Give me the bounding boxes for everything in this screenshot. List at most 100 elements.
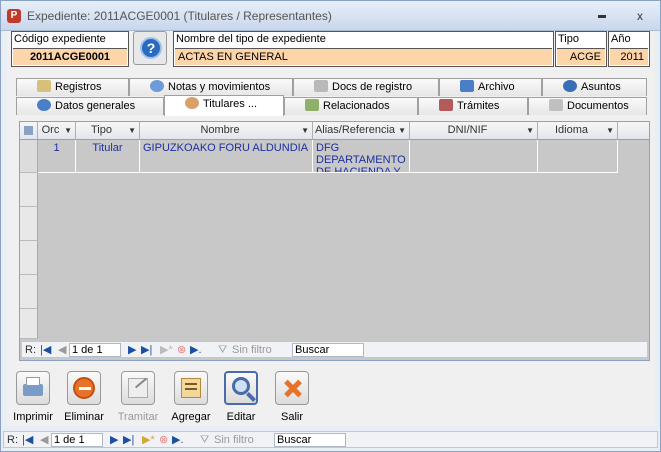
salir-button[interactable]: Salir (263, 371, 321, 423)
table-row[interactable]: 1 Titular GIPUZKOAKO FORU ALDUNDIA DFG D… (38, 140, 618, 173)
form-filter-icon: ⛛ (200, 434, 210, 446)
last-record-icon[interactable]: ▶| (141, 343, 152, 357)
column-header-nombre[interactable]: Nombre ▼ (140, 122, 313, 139)
codigo-expediente-value: 2011ACGE0001 (13, 48, 127, 65)
datos-icon (37, 99, 51, 111)
grid-filter-icon: ⛛ (218, 344, 228, 356)
cell-tipo: Titular (76, 140, 140, 172)
archivo-icon (460, 80, 474, 92)
anio-box: Año 2011 (608, 31, 650, 67)
first-record-icon[interactable]: |◀ (40, 343, 51, 357)
expediente-window: P Expediente: 2011ACGE0001 (Titulares / … (0, 0, 661, 452)
minimize-button[interactable] (589, 7, 615, 25)
grid-filter-label[interactable]: Sin filtro (232, 343, 272, 357)
app-icon: P (7, 9, 21, 23)
sort-dropdown-icon: ▼ (301, 126, 309, 135)
printer-icon (16, 371, 50, 405)
nombre-tipo-value: ACTAS EN GENERAL (175, 48, 552, 65)
anio-value: 2011 (610, 48, 648, 65)
column-header-idioma[interactable]: Idioma ▼ (538, 122, 618, 139)
row-selector[interactable] (20, 309, 38, 339)
row-selector[interactable] (20, 173, 38, 207)
column-header-orden[interactable]: Orc ▼ (38, 122, 76, 139)
title-bar[interactable]: P Expediente: 2011ACGE0001 (Titulares / … (1, 1, 660, 31)
row-selector[interactable] (20, 140, 38, 173)
tab-documentos[interactable]: Documentos (528, 97, 647, 115)
select-all-icon (24, 126, 33, 135)
tab-asuntos[interactable]: Asuntos (542, 78, 647, 96)
prev-record-icon[interactable]: ◀ (58, 343, 66, 357)
tab-titulares[interactable]: Titulares ... (164, 95, 284, 116)
next-record-icon[interactable]: ▶ (128, 343, 136, 357)
tipo-box: Tipo ACGE (555, 31, 607, 67)
tramites-icon (439, 99, 453, 111)
last-record-icon[interactable]: ▶| (123, 433, 134, 447)
more-icon[interactable]: ▶. (172, 433, 184, 447)
edit-magnifier-icon (224, 371, 258, 405)
delete-record-icon[interactable]: ⊗ (159, 433, 168, 447)
sort-dropdown-icon: ▼ (526, 126, 534, 135)
titulares-icon (185, 97, 199, 109)
anio-label: Año (611, 33, 631, 45)
cell-nombre: GIPUZKOAKO FORU ALDUNDIA (140, 140, 313, 172)
window-title: Expediente: 2011ACGE0001 (Titulares / Re… (27, 9, 332, 23)
column-header-alias[interactable]: Alias/Referencia ▼ (313, 122, 410, 139)
imprimir-button[interactable]: Imprimir (4, 371, 62, 423)
tramitar-button[interactable]: Tramitar (109, 371, 167, 423)
new-record-icon[interactable]: ▶* (142, 433, 155, 447)
codigo-expediente-box: Código expediente 2011ACGE0001 (11, 31, 129, 67)
help-icon: ? (140, 37, 162, 59)
cell-idioma (538, 140, 618, 172)
notas-icon (150, 80, 164, 92)
row-selector[interactable] (20, 207, 38, 241)
tab-notas-movimientos[interactable]: Notas y movimientos (129, 78, 293, 96)
nombre-tipo-box: Nombre del tipo de expediente ACTAS EN G… (173, 31, 554, 67)
close-button[interactable]: x (627, 7, 653, 25)
form-record-navigator: R: |◀ ◀ 1 de 1 ▶ ▶| ▶* ⊗ ▶. ⛛ Sin filtro… (3, 431, 658, 448)
form-page-input[interactable]: 1 de 1 (51, 433, 103, 447)
sort-dropdown-icon: ▼ (398, 126, 406, 135)
form-search-input[interactable]: Buscar (274, 433, 346, 447)
row-selector[interactable] (20, 275, 38, 309)
cell-dni (410, 140, 538, 172)
grid-header: Orc ▼ Tipo ▼ Nombre ▼ Alias/Referencia ▼ DNI… (20, 122, 649, 140)
column-header-tipo[interactable]: Tipo ▼ (76, 122, 140, 139)
cell-alias: DFG DEPARTAMENTO DE HACIENDA Y (313, 140, 410, 172)
grid-search-input[interactable]: Buscar (292, 343, 364, 357)
grid-record-navigator: R: |◀ ◀ 1 de 1 ▶ ▶| ▶* ⊗ ▶. ⛛ Sin filtro… (21, 341, 648, 358)
sort-dropdown-icon: ▼ (64, 126, 72, 135)
tramitar-icon (121, 371, 155, 405)
more-icon[interactable]: ▶. (190, 343, 202, 357)
grid-page-input[interactable]: 1 de 1 (69, 343, 121, 357)
form-body: Código expediente 2011ACGE0001 ? Nombre … (7, 31, 655, 426)
tab-docs-registro[interactable]: Docs de registro (293, 78, 439, 96)
editar-button[interactable]: Editar (212, 371, 270, 423)
tab-datos-generales[interactable]: Datos generales (16, 97, 164, 115)
prev-record-icon[interactable]: ◀ (40, 433, 48, 447)
documentos-icon (549, 99, 563, 111)
next-record-icon[interactable]: ▶ (110, 433, 118, 447)
help-button[interactable]: ? (133, 31, 167, 65)
nombre-tipo-label: Nombre del tipo de expediente (176, 33, 326, 45)
tab-tramites[interactable]: Trámites (418, 97, 528, 115)
select-all-corner[interactable] (20, 122, 38, 139)
tab-archivo[interactable]: Archivo (439, 78, 542, 96)
eliminar-button[interactable]: Eliminar (55, 371, 113, 423)
tab-registros[interactable]: Registros (16, 78, 129, 96)
minimize-icon (598, 15, 606, 19)
delete-record-icon[interactable]: ⊗ (177, 343, 186, 357)
tab-relacionados[interactable]: Relacionados (284, 97, 418, 115)
form-filter-label[interactable]: Sin filtro (214, 433, 254, 447)
cell-orden: 1 (38, 140, 76, 172)
add-icon (174, 371, 208, 405)
grid-record-label: R: (25, 344, 36, 356)
close-icon: x (637, 9, 643, 23)
relacionados-icon (305, 99, 319, 111)
codigo-expediente-label: Código expediente (14, 33, 106, 45)
tipo-value: ACGE (557, 48, 605, 65)
titulares-grid: Orc ▼ Tipo ▼ Nombre ▼ Alias/Referencia ▼ DNI… (19, 121, 650, 361)
first-record-icon[interactable]: |◀ (22, 433, 33, 447)
row-selector[interactable] (20, 241, 38, 275)
new-record-icon[interactable]: ▶* (160, 343, 173, 357)
column-header-dni[interactable]: DNI/NIF ▼ (410, 122, 538, 139)
